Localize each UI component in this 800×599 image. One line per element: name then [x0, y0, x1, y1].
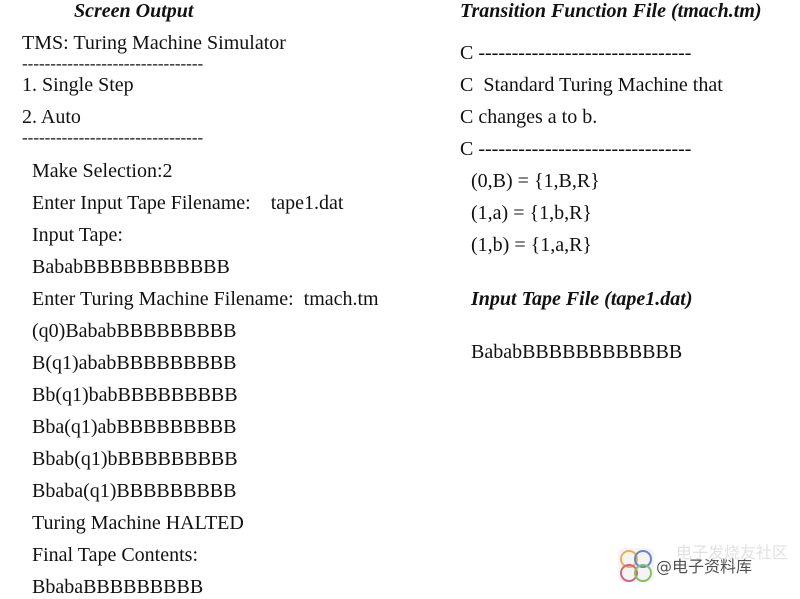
comment-line-2: C changes a to b.	[460, 106, 598, 128]
session-line-input-filename: Enter Input Tape Filename: tape1.dat	[32, 192, 344, 214]
comment-separator-top: C --------------------------------	[460, 42, 692, 64]
watermark: 电子发烧友社区 @电子资料库	[618, 543, 788, 582]
comment-separator-bottom: C --------------------------------	[460, 138, 692, 160]
trace-step-3: Bba(q1)abBBBBBBBBB	[32, 416, 237, 438]
session-line-final-tape: BbabaBBBBBBBBB	[32, 576, 204, 598]
input-tape-file-content: BababBBBBBBBBBBBB	[471, 341, 683, 363]
session-line-tm-filename: Enter Turing Machine Filename: tmach.tm	[32, 288, 379, 310]
transition-rule-2: (1,a) = {1,b,R}	[471, 202, 593, 224]
watermark-faded-text: 电子发烧友社区	[676, 543, 789, 562]
transition-file-heading: Transition Function File (tmach.tm)	[460, 0, 762, 22]
session-line-input-tape: BababBBBBBBBBBBB	[32, 256, 230, 278]
session-line-input-tape-label: Input Tape:	[32, 224, 123, 246]
trace-step-5: Bbaba(q1)BBBBBBBBB	[32, 480, 237, 502]
session-line-halted: Turing Machine HALTED	[32, 512, 244, 534]
session-line-selection: Make Selection:2	[32, 160, 173, 182]
trace-step-1: B(q1)ababBBBBBBBBB	[32, 352, 237, 374]
trace-step-2: Bb(q1)babBBBBBBBBB	[32, 384, 238, 406]
session-line-final-label: Final Tape Contents:	[32, 544, 198, 566]
comment-line-1: C Standard Turing Machine that	[460, 74, 723, 96]
input-tape-file-heading: Input Tape File (tape1.dat)	[471, 288, 693, 310]
transition-rule-3: (1,b) = {1,a,R}	[471, 234, 593, 256]
trace-step-0: (q0)BababBBBBBBBBB	[32, 320, 237, 342]
menu-option-single-step: 1. Single Step	[22, 74, 134, 96]
watermark-logo-icon	[618, 548, 654, 582]
trace-step-4: Bbab(q1)bBBBBBBBBB	[32, 448, 238, 470]
menu-separator-bottom: --------------------------------	[22, 128, 204, 147]
transition-rule-1: (0,B) = {1,B,R}	[471, 170, 600, 192]
screen-output-heading: Screen Output	[74, 0, 194, 22]
